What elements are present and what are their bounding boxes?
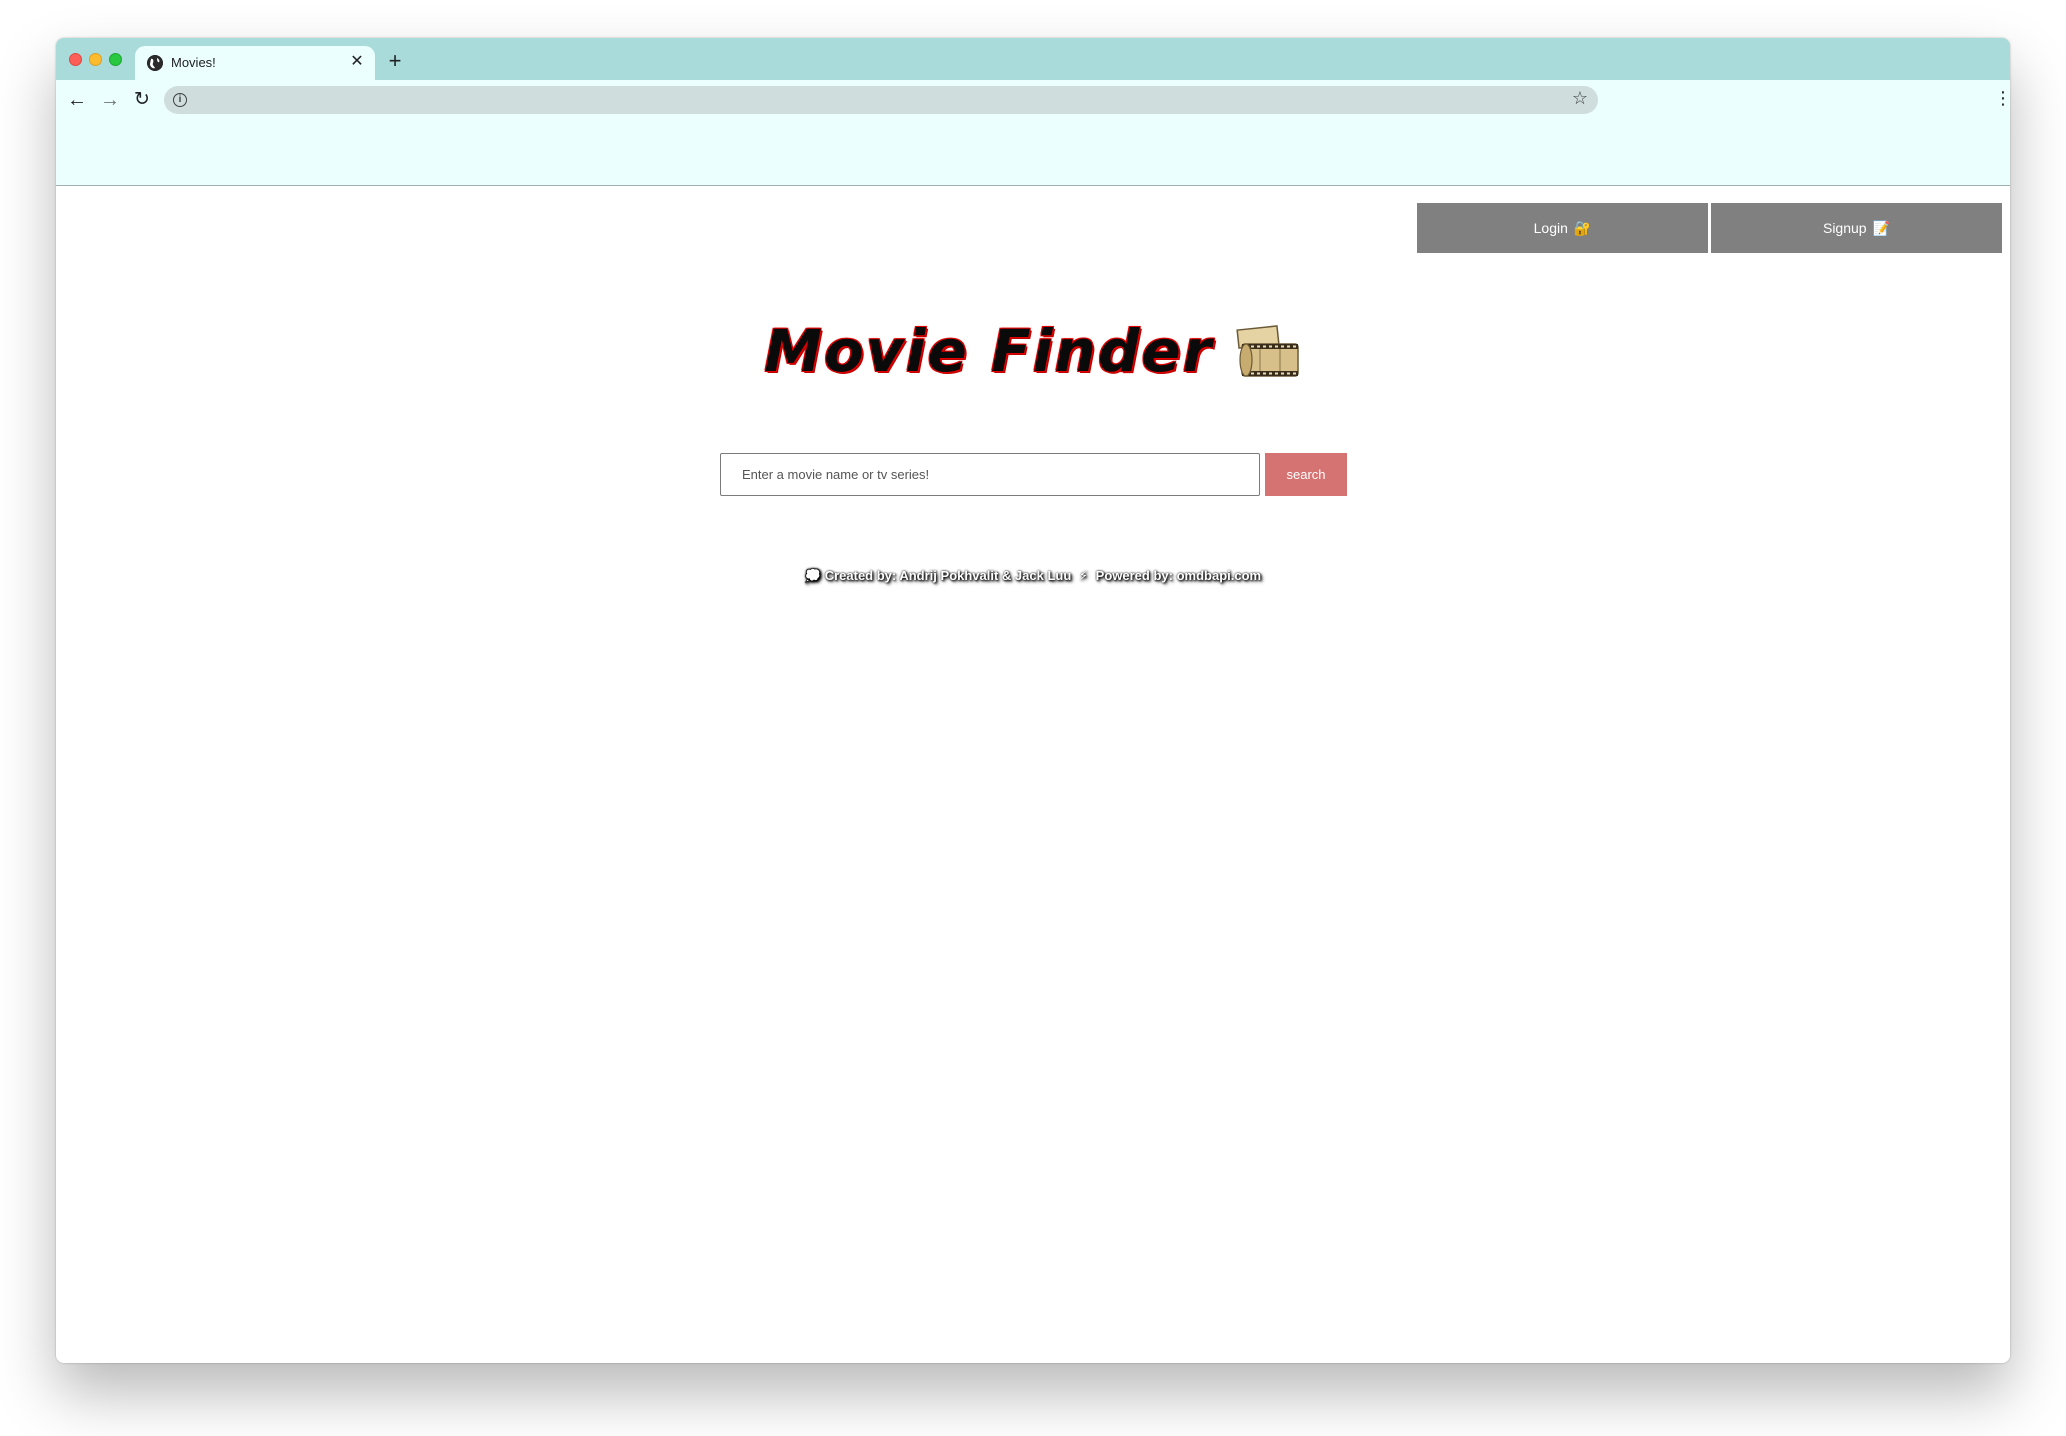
lightning-icon: ⚡ [1078, 568, 1089, 583]
globe-icon [147, 55, 163, 71]
powered-by-text: Powered by: omdbapi.com [1095, 568, 1262, 583]
search-button[interactable]: search [1265, 453, 1347, 496]
page-title: Movie Finder [764, 317, 1214, 385]
page-viewport: Login 🔐 Signup 📝 Movie Finder Enter a mo… [56, 187, 2010, 1363]
created-by-text: 💭 Created by: Andrij Pokhvalit & Jack Lu… [804, 568, 1072, 583]
reload-icon[interactable]: ↻ [128, 86, 156, 114]
search-input[interactable] [720, 453, 1260, 496]
signup-label: Signup [1822, 220, 1867, 236]
address-bar[interactable]: i ☆ [164, 86, 1598, 114]
minimize-window-button[interactable] [89, 53, 102, 66]
tab-movies[interactable]: Movies! ✕ [135, 46, 375, 80]
browser-toolbar: ← → ↻ i ☆ ⋮ [56, 80, 2010, 186]
bookmark-star-icon[interactable]: ☆ [1572, 88, 1588, 109]
lock-key-icon: 🔐 [1573, 219, 1592, 236]
login-label: Login [1533, 220, 1568, 236]
browser-window: Movies! ✕ + ← → ↻ i ☆ ⋮ Login 🔐 Signup 📝… [56, 38, 2010, 1363]
back-arrow-icon[interactable]: ← [63, 86, 91, 114]
close-window-button[interactable] [69, 53, 82, 66]
film-reel-icon [1236, 320, 1302, 382]
title-row: Movie Finder [56, 317, 2010, 385]
new-tab-button[interactable]: + [383, 50, 407, 74]
zoom-window-button[interactable] [109, 53, 122, 66]
kebab-menu-icon[interactable]: ⋮ [1994, 88, 2010, 108]
info-icon[interactable]: i [173, 93, 187, 107]
tab-strip: Movies! ✕ + [56, 38, 2010, 80]
tab-title: Movies! [171, 55, 216, 70]
login-button[interactable]: Login 🔐 [1417, 203, 1708, 253]
close-icon[interactable]: ✕ [347, 52, 367, 72]
signup-button[interactable]: Signup 📝 [1711, 203, 2002, 253]
memo-icon: 📝 [1872, 219, 1891, 236]
credits-line: 💭 Created by: Andrij Pokhvalit & Jack Lu… [56, 568, 2010, 584]
forward-arrow-icon[interactable]: → [96, 86, 124, 114]
